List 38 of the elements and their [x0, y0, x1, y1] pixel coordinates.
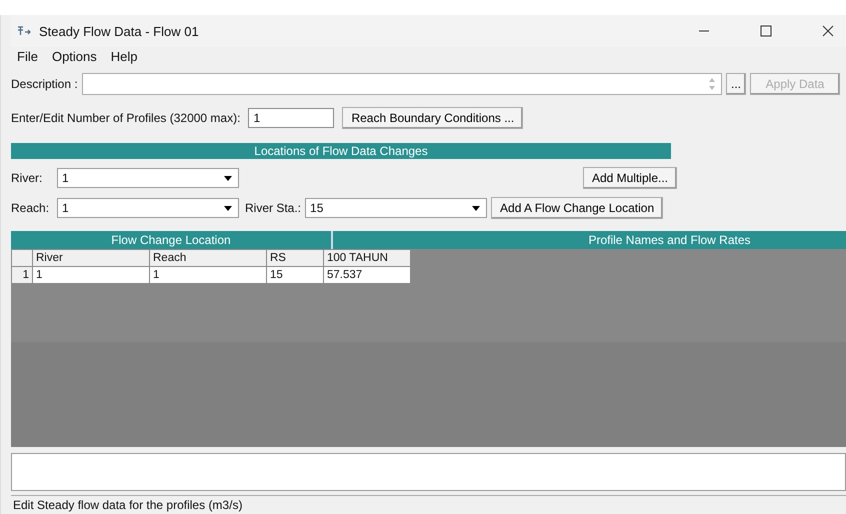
field-label: Reach: [11, 201, 50, 215]
add-multiple-button[interactable]: Add Multiple... [582, 167, 677, 189]
row-number: 1 [12, 266, 32, 284]
table-cell: 1 [32, 266, 150, 284]
close-icon[interactable] [822, 25, 834, 37]
field-label: River Sta.: [245, 201, 302, 215]
table-cell[interactable]: 57.537 [324, 266, 410, 284]
maximize-icon[interactable] [760, 25, 772, 37]
field-label: Enter/Edit Number of Profiles (32000 max): [11, 111, 240, 125]
column-header: River [32, 250, 150, 266]
section-header: Locations of Flow Data Changes [11, 143, 671, 159]
corner-cell [12, 250, 32, 266]
reach-dropdown[interactable]: 1 [57, 198, 239, 218]
dropdown-arrow-icon [472, 206, 480, 210]
status-bar: Edit Steady flow data for the profiles (m3/s) [11, 495, 846, 514]
river-station-dropdown[interactable]: 15 [305, 198, 488, 218]
add-flow-change-location-button[interactable]: Add A Flow Change Location [491, 197, 664, 219]
menu-item[interactable]: Options [52, 49, 97, 64]
table-cell: 15 [266, 266, 324, 284]
description-field[interactable] [82, 73, 722, 95]
menu-item[interactable]: Help [110, 49, 138, 64]
field-label: Description : [11, 77, 78, 91]
menu-item[interactable]: File [17, 49, 38, 64]
more-button[interactable]: ... [726, 73, 746, 95]
dropdown-arrow-icon [224, 176, 232, 180]
column-header: Reach [150, 250, 266, 266]
table-heading: Profile Names and Flow Rates [587, 232, 752, 249]
app-icon [17, 25, 31, 37]
profiles-field[interactable]: 1 [248, 108, 334, 128]
window-title: Steady Flow Data - Flow 01 [39, 24, 199, 38]
column-header: RS [266, 250, 324, 266]
dropdown-arrow-icon [224, 206, 232, 210]
river-dropdown[interactable]: 1 [57, 168, 239, 188]
notes-field[interactable] [11, 453, 846, 491]
column-header: 100 TAHUN [324, 250, 410, 266]
table-cell: 1 [150, 266, 266, 284]
field-label: River: [11, 171, 44, 185]
boundary-conditions-button[interactable]: Reach Boundary Conditions ... [342, 107, 524, 129]
